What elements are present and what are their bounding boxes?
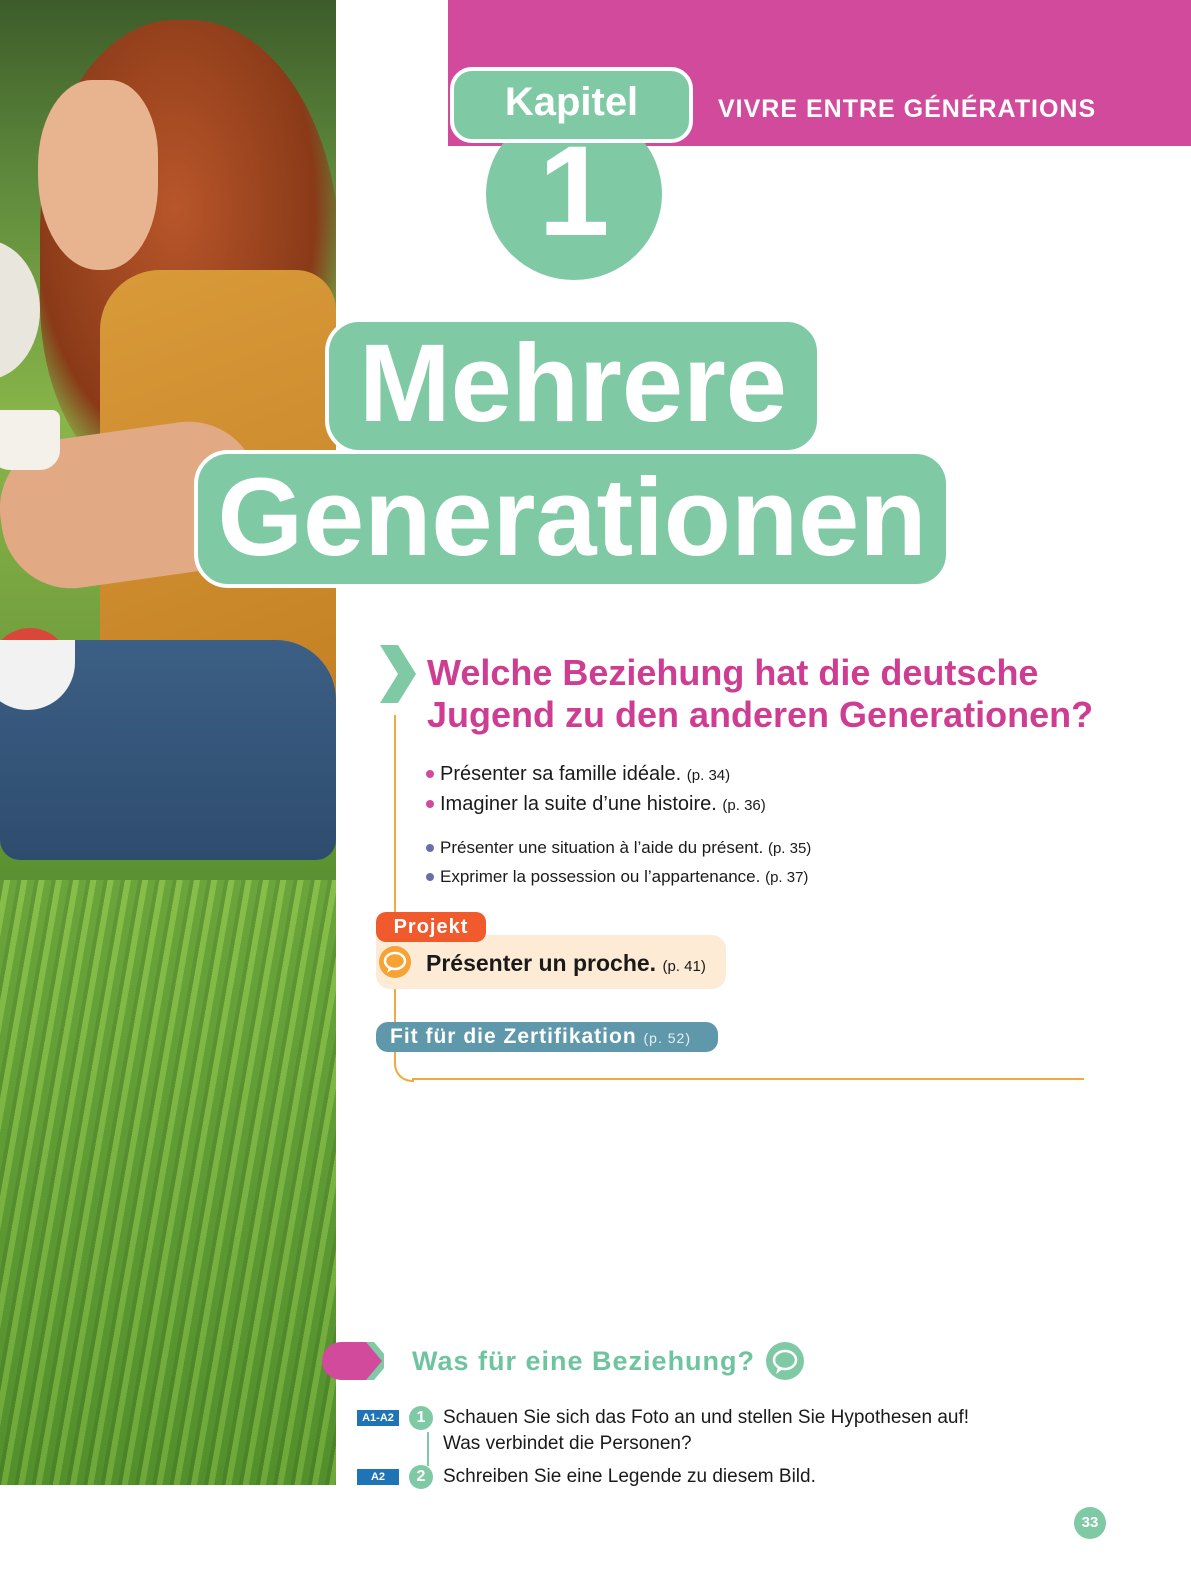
speech-bubble-icon bbox=[766, 1342, 804, 1380]
exercise-text: Schreiben Sie eine Legende zu diesem Bil… bbox=[443, 1466, 816, 1487]
list-item: Présenter une situation à l’aide du prés… bbox=[426, 834, 811, 863]
list-item: Présenter sa famille idéale. (p. 34) bbox=[426, 760, 766, 790]
exercise-text: Schauen Sie sich das Foto an und stellen… bbox=[443, 1407, 970, 1454]
speech-bubble-icon bbox=[379, 946, 411, 978]
cover-photo bbox=[0, 0, 336, 1485]
chapter-theme: VIVRE ENTRE GÉNÉRATIONS bbox=[718, 95, 1097, 123]
projekt-tag: Projekt bbox=[376, 912, 486, 942]
chapter-number: 1 bbox=[538, 120, 610, 263]
section-title: Was für eine Beziehung? bbox=[412, 1346, 756, 1376]
exercise-connector bbox=[427, 1432, 429, 1466]
objectives-list: Présenter sa famille idéale. (p. 34) Ima… bbox=[426, 760, 766, 820]
chapter-label: Kapitel bbox=[504, 80, 639, 124]
list-item: Exprimer la possession ou l’appartenance… bbox=[426, 863, 811, 892]
projekt-text: Présenter un proche. (p. 41) bbox=[426, 950, 706, 976]
grammar-list: Présenter une situation à l’aide du prés… bbox=[426, 834, 811, 892]
question-line-2: Jugend zu den anderen Generationen? bbox=[427, 694, 1094, 735]
guiding-question: Welche Beziehung hat die deutsche Jugend… bbox=[427, 652, 1107, 736]
photo-face bbox=[38, 80, 158, 270]
level-badge: A2 bbox=[357, 1469, 399, 1485]
title-line-1: Mehrere bbox=[359, 322, 787, 445]
chevron-right-icon bbox=[380, 645, 416, 703]
exercise-number: 1 bbox=[409, 1406, 433, 1430]
fit-badge: Fit für die Zertifikation (p. 52) bbox=[376, 1022, 718, 1052]
page-number: 33 bbox=[1074, 1507, 1106, 1539]
exercise-number: 2 bbox=[409, 1465, 433, 1489]
photo-grass bbox=[0, 880, 336, 1485]
question-line-1: Welche Beziehung hat die deutsche bbox=[427, 652, 1039, 693]
photo-elder-person bbox=[0, 240, 40, 380]
level-badge: A1-A2 bbox=[357, 1410, 399, 1426]
photo-cup bbox=[0, 410, 60, 470]
list-item: Imaginer la suite d’une histoire. (p. 36… bbox=[426, 790, 766, 820]
title-line-2: Generationen bbox=[217, 456, 927, 579]
section-arrow-icon bbox=[322, 1342, 384, 1380]
horizontal-divider bbox=[412, 1078, 1084, 1080]
